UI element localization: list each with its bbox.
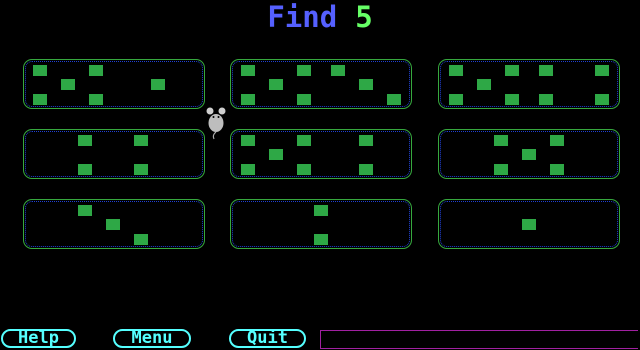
- dice-card-r2c1[interactable]: [23, 129, 205, 179]
- dot: [331, 65, 345, 76]
- dot: [522, 219, 536, 230]
- dot: [89, 65, 103, 76]
- dice-card-r1c3[interactable]: [438, 59, 620, 109]
- dice-card-r1c1[interactable]: [23, 59, 205, 109]
- dice-card-r3c3[interactable]: [438, 199, 620, 249]
- dice-card-r3c1[interactable]: [23, 199, 205, 249]
- dot: [494, 164, 508, 175]
- menu-button[interactable]: Menu: [113, 329, 191, 348]
- dot: [61, 79, 75, 90]
- dot: [595, 65, 609, 76]
- dot: [595, 94, 609, 105]
- dot: [359, 164, 373, 175]
- find-label: Find: [267, 0, 338, 34]
- dot: [151, 79, 165, 90]
- dot: [449, 94, 463, 105]
- dot: [505, 94, 519, 105]
- dot: [505, 65, 519, 76]
- dot: [539, 94, 553, 105]
- dot: [33, 94, 47, 105]
- target-number: 5: [355, 0, 373, 34]
- dot: [359, 79, 373, 90]
- dot: [134, 135, 148, 146]
- help-button[interactable]: Help: [1, 329, 76, 348]
- dice-card-r3c2[interactable]: [230, 199, 412, 249]
- dot: [297, 135, 311, 146]
- dot: [89, 94, 103, 105]
- dot: [550, 164, 564, 175]
- dot: [297, 65, 311, 76]
- dot: [314, 205, 328, 216]
- dot: [241, 94, 255, 105]
- dot: [477, 79, 491, 90]
- dot: [134, 234, 148, 245]
- message-bar: [320, 330, 638, 349]
- dot: [550, 135, 564, 146]
- dot: [494, 135, 508, 146]
- dot: [106, 219, 120, 230]
- dot: [241, 65, 255, 76]
- dice-card-r2c2[interactable]: [230, 129, 412, 179]
- quit-button[interactable]: Quit: [229, 329, 306, 348]
- dice-card-r1c2[interactable]: [230, 59, 412, 109]
- game-title: Find 5: [0, 0, 640, 34]
- dot: [78, 164, 92, 175]
- dot: [134, 164, 148, 175]
- dot: [269, 149, 283, 160]
- dot: [33, 65, 47, 76]
- dot: [269, 79, 283, 90]
- dot: [78, 135, 92, 146]
- dot: [522, 149, 536, 160]
- dot: [297, 164, 311, 175]
- dot: [78, 205, 92, 216]
- dice-card-r2c3[interactable]: [438, 129, 620, 179]
- dot: [539, 65, 553, 76]
- dot: [241, 135, 255, 146]
- dot: [449, 65, 463, 76]
- mouse-icon: [206, 107, 226, 140]
- dot: [359, 135, 373, 146]
- dot: [241, 164, 255, 175]
- dot: [387, 94, 401, 105]
- dot: [314, 234, 328, 245]
- dot: [297, 94, 311, 105]
